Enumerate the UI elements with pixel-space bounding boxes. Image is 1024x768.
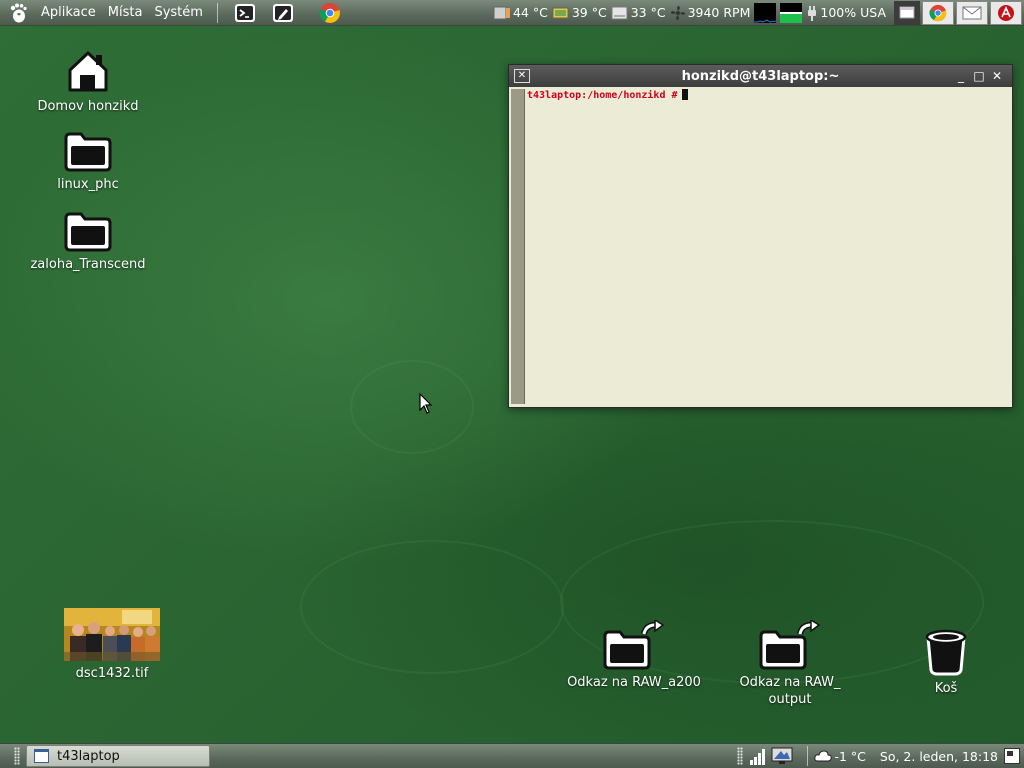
hard-drive-icon <box>611 6 628 19</box>
terminal-titlebar[interactable]: ✕ honzikd@t43laptop:~ _ □ ✕ <box>509 65 1012 87</box>
bottom-tray: -1 °C So, 2. leden, 18:18 <box>737 744 1024 768</box>
desktop-icon-linux-phc[interactable]: linux_phc <box>30 130 146 193</box>
hdd-temp-value: 33 °C <box>630 5 666 20</box>
maximize-button[interactable]: □ <box>970 69 988 83</box>
weather-temperature[interactable]: -1 °C <box>834 749 865 764</box>
mouse-pointer-icon <box>419 393 433 414</box>
folder-icon <box>64 212 112 252</box>
cpu-temp-value: 44 °C <box>513 5 548 20</box>
desktop-icon-label: zaloha_Transcend <box>30 257 146 272</box>
shell-prompt: t43laptop:/home/honzikd # <box>527 90 678 101</box>
panel-separator <box>807 746 809 766</box>
network-signal-icon[interactable] <box>749 747 767 765</box>
terminal-icon[interactable] <box>233 1 257 25</box>
desktop-icon-raw-a200[interactable]: Odkaz na RAW_a200 <box>564 620 704 691</box>
power-plug-icon <box>808 5 817 21</box>
fan-speed-value: 3940 RPM <box>687 5 751 20</box>
terminal-scrollbar[interactable] <box>511 89 525 404</box>
desktop-icon-label: Odkaz na RAW_a200 <box>567 675 701 690</box>
image-thumbnail <box>64 608 160 661</box>
folder-link-icon <box>759 620 821 670</box>
gnome-foot-icon[interactable] <box>5 1 31 25</box>
fan-icon <box>670 5 685 20</box>
desktop-icon-label: Domov honzikd <box>37 99 139 114</box>
memory-monitor-graph[interactable] <box>780 2 803 23</box>
desktop-icon-trash[interactable]: Koš <box>906 628 986 697</box>
desktop-icon-zaloha[interactable]: zaloha_Transcend <box>24 210 152 273</box>
window-controls: _ □ ✕ <box>952 65 1006 87</box>
top-panel: Aplikace Místa Systém 44 °C 39 °C 33 °C … <box>0 0 1024 26</box>
show-desktop-icon[interactable] <box>894 0 920 25</box>
trash-icon <box>925 629 967 676</box>
wallpaper-swirl <box>350 360 474 454</box>
wallpaper-swirl <box>300 540 564 674</box>
terminal-window[interactable]: ✕ honzikd@t43laptop:~ _ □ ✕ t43laptop:/h… <box>508 64 1013 408</box>
battery-indicator[interactable]: 100% <box>806 0 856 25</box>
system-tray: 44 °C 39 °C 33 °C 3940 RPM 100% USA <box>493 0 1024 25</box>
hdd-temp-indicator[interactable]: 33 °C <box>611 0 666 25</box>
desktop-icon-label: dsc1432.tif <box>75 666 149 681</box>
menu-aplikace[interactable]: Aplikace <box>35 0 102 25</box>
menu-system[interactable]: Systém <box>148 0 208 25</box>
window-icon <box>34 749 49 763</box>
keyboard-layout-label: USA <box>860 5 886 20</box>
taskbar-button-label: t43laptop <box>57 748 120 764</box>
cloud-weather-icon[interactable] <box>814 749 833 763</box>
desktop-icon-raw-output[interactable]: Odkaz na RAW_ output <box>728 620 852 708</box>
clock[interactable]: So, 2. leden, 18:18 <box>880 749 998 764</box>
panel-grip[interactable] <box>14 747 20 765</box>
terminal-title: honzikd@t43laptop:~ <box>681 68 840 84</box>
chrome-icon[interactable] <box>922 0 954 25</box>
folder-link-icon <box>603 620 665 670</box>
gpu-temp-value: 39 °C <box>571 5 607 20</box>
panel-separator <box>216 2 218 23</box>
bottom-panel: t43laptop -1 °C So, 2. leden, 18:18 <box>0 743 1024 768</box>
folder-icon <box>64 132 112 172</box>
mail-icon[interactable] <box>956 0 988 25</box>
desktop-icon-label: linux_phc <box>57 177 119 192</box>
terminal-content[interactable]: t43laptop:/home/honzikd # <box>527 89 1010 404</box>
fan-speed-indicator[interactable]: 3940 RPM <box>670 0 751 25</box>
display-settings-icon[interactable] <box>771 747 793 765</box>
desktop-icon-label: Koš <box>934 681 958 696</box>
home-icon <box>68 51 108 92</box>
minimize-button[interactable]: _ <box>952 69 970 83</box>
gpu-temp-indicator[interactable]: 39 °C <box>552 0 607 25</box>
workspace-switcher-icon[interactable] <box>1004 748 1020 764</box>
cpu-monitor-graph[interactable] <box>754 2 777 23</box>
text-cursor <box>681 89 688 100</box>
chrome-icon[interactable] <box>318 1 342 25</box>
gpu-card-icon <box>552 7 569 18</box>
acrobat-icon[interactable] <box>990 0 1022 25</box>
desktop-icon-home[interactable]: Domov honzikd <box>30 50 146 115</box>
window-menu-icon[interactable]: ✕ <box>514 69 530 83</box>
menu-mista[interactable]: Místa <box>102 0 149 25</box>
cpu-temp-indicator[interactable]: 44 °C <box>493 0 548 25</box>
text-editor-icon[interactable] <box>271 1 295 25</box>
keyboard-layout-indicator[interactable]: USA <box>860 0 886 25</box>
desktop-icon-image[interactable]: dsc1432.tif <box>54 608 170 682</box>
taskbar-button-terminal[interactable]: t43laptop <box>26 745 210 767</box>
panel-grip[interactable] <box>737 747 744 765</box>
desktop-icon-label: Odkaz na RAW_ output <box>739 675 841 707</box>
battery-value: 100% <box>820 5 857 20</box>
close-button[interactable]: ✕ <box>988 69 1006 83</box>
cpu-chip-icon <box>493 6 510 19</box>
